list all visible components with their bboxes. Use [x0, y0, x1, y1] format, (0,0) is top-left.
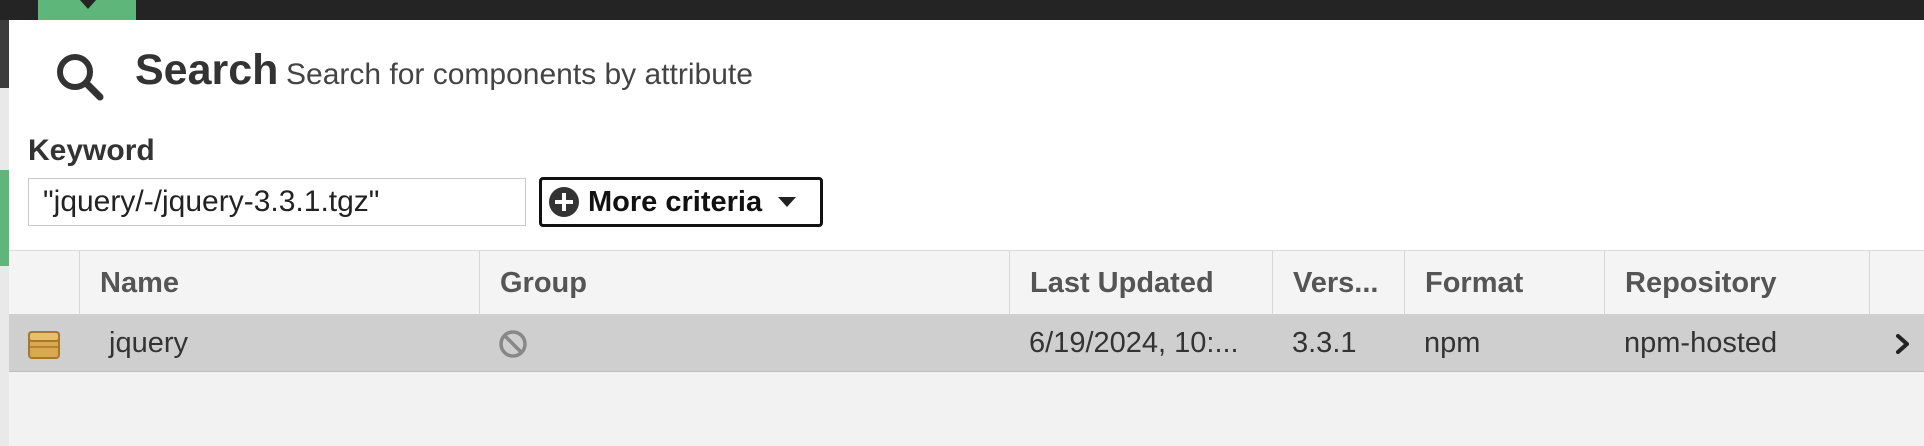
- more-criteria-button[interactable]: More criteria: [539, 177, 823, 227]
- column-header-actions: [1869, 251, 1924, 315]
- page-header: Search Search for components by attribut…: [9, 20, 1924, 130]
- column-header-version[interactable]: Vers...: [1272, 251, 1404, 315]
- column-header-group[interactable]: Group: [479, 251, 1009, 315]
- cell-last-updated: 6/19/2024, 10:...: [1029, 327, 1239, 359]
- cell-version: 3.3.1: [1292, 327, 1357, 359]
- chevron-right-icon[interactable]: [1891, 329, 1915, 359]
- column-header-icon: [9, 251, 79, 315]
- left-sidebar-selected-edge: [0, 170, 9, 266]
- results-grid: Name Group Last Updated Vers... Format R…: [9, 250, 1924, 446]
- column-header-name[interactable]: Name: [79, 251, 479, 315]
- active-tab-notch: [80, 0, 96, 9]
- keyword-input[interactable]: [28, 178, 526, 226]
- no-group-icon: [499, 330, 527, 358]
- grid-header: Name Group Last Updated Vers... Format R…: [9, 250, 1924, 316]
- left-sidebar-edge: [0, 20, 9, 88]
- keyword-label: Keyword: [28, 134, 155, 167]
- search-panel: Search Search for components by attribut…: [9, 20, 1924, 446]
- plus-circle-icon: [549, 187, 579, 217]
- active-nav-tab[interactable]: [38, 0, 136, 20]
- top-navigation-bar: [0, 0, 1924, 20]
- cell-format: npm: [1424, 327, 1481, 359]
- more-criteria-label: More criteria: [588, 185, 763, 218]
- column-header-repository[interactable]: Repository: [1604, 251, 1869, 315]
- page-subtitle: Search for components by attribute: [286, 58, 753, 91]
- cell-name: jquery: [109, 327, 188, 359]
- search-icon: [57, 54, 104, 101]
- column-header-format[interactable]: Format: [1404, 251, 1604, 315]
- table-row[interactable]: jquery 6/19/2024, 10:... 3.3.1 npm npm-h…: [9, 316, 1924, 372]
- caret-down-icon: [778, 197, 797, 207]
- component-box-icon: [28, 331, 60, 359]
- cell-repository: npm-hosted: [1624, 327, 1778, 359]
- page-title: Search: [135, 46, 279, 94]
- column-header-last-updated[interactable]: Last Updated: [1009, 251, 1272, 315]
